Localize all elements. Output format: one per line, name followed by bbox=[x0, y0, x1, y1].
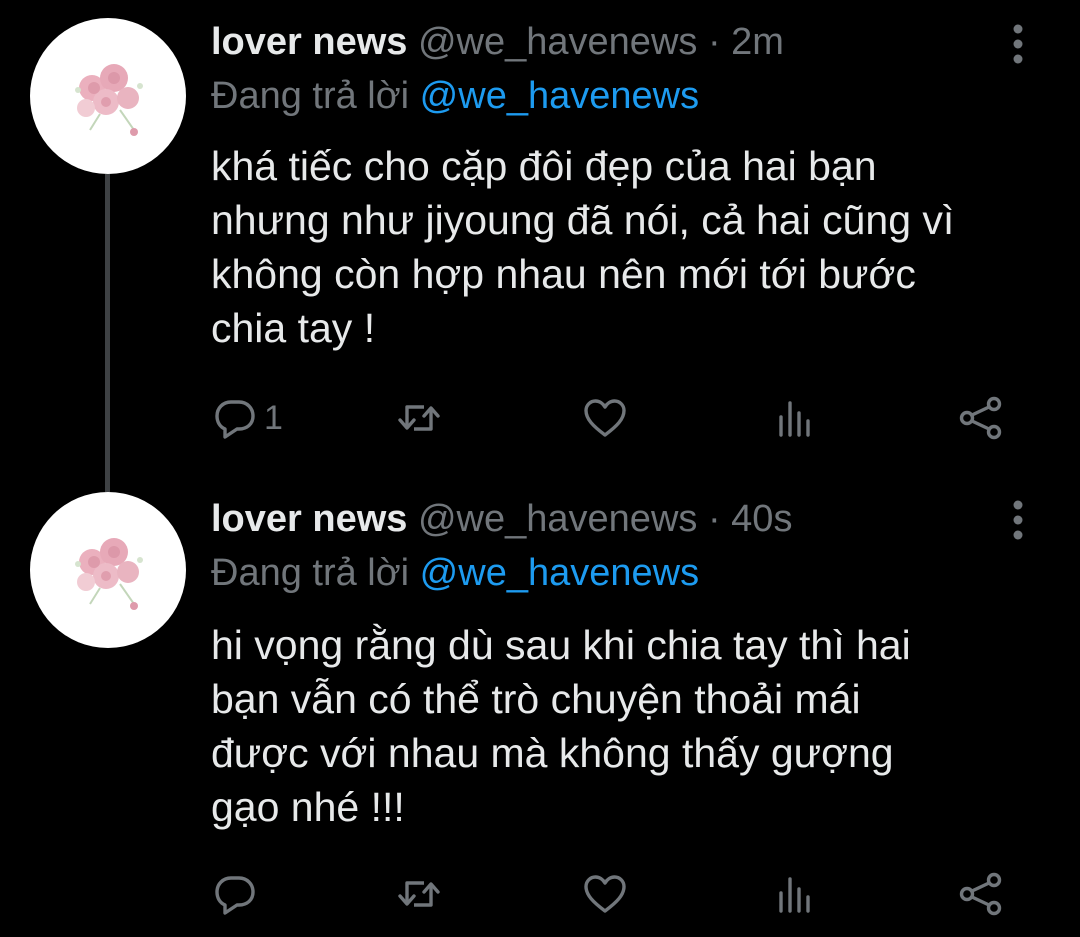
retweet-button[interactable] bbox=[396, 392, 442, 444]
heart-icon bbox=[584, 875, 626, 913]
tweet-actions: 1 bbox=[0, 392, 1080, 444]
tweet-text: hi vọng rằng dù sau khi chia tay thì hai… bbox=[211, 618, 1051, 834]
replying-to: Đang trả lời @we_havenews bbox=[211, 71, 699, 121]
tweet-text-line: nhưng như jiyoung đã nói, cả hai cũng vì bbox=[211, 197, 955, 243]
replying-to-label: Đang trả lời bbox=[211, 75, 410, 117]
separator-dot: · bbox=[707, 498, 721, 540]
display-name[interactable]: lover news bbox=[211, 498, 407, 540]
share-button[interactable] bbox=[958, 392, 1004, 444]
tweet-actions bbox=[0, 868, 1080, 920]
reply-icon bbox=[215, 400, 255, 439]
tweet-text-line: chia tay ! bbox=[211, 305, 376, 351]
replying-to-handle-link[interactable]: @we_havenews bbox=[420, 75, 699, 117]
tweet-text-line: bạn vẫn có thể trò chuyện thoải mái bbox=[211, 676, 861, 722]
tweet-header: lover news @we_havenews · 2m bbox=[211, 17, 784, 67]
more-options-button[interactable] bbox=[998, 498, 1038, 542]
tweet-text-line: được với nhau mà không thấy gượng bbox=[211, 730, 894, 776]
tweet-text-line: không còn hợp nhau nên mới tới bước bbox=[211, 251, 916, 297]
tweet-text-line: khá tiếc cho cặp đôi đẹp của hai bạn bbox=[211, 143, 877, 189]
like-button[interactable] bbox=[582, 868, 628, 920]
reply-count: 1 bbox=[264, 398, 283, 437]
tweet-text: khá tiếc cho cặp đôi đẹp của hai bạn như… bbox=[211, 139, 1051, 355]
like-button[interactable] bbox=[582, 392, 628, 444]
share-button[interactable] bbox=[958, 868, 1004, 920]
avatar[interactable] bbox=[30, 492, 186, 648]
more-options-button[interactable] bbox=[998, 22, 1038, 66]
reply-button[interactable]: 1 bbox=[212, 392, 283, 444]
user-handle[interactable]: @we_havenews bbox=[418, 498, 697, 540]
replying-to-handle-link[interactable]: @we_havenews bbox=[420, 552, 699, 594]
views-button[interactable] bbox=[772, 868, 818, 920]
replying-to: Đang trả lời @we_havenews bbox=[211, 548, 699, 598]
tweet-timestamp[interactable]: 2m bbox=[731, 21, 784, 63]
tweet-text-line: gạo nhé !!! bbox=[211, 784, 405, 830]
tweet[interactable]: lover news @we_havenews · 40s Đang trả l… bbox=[0, 478, 1080, 937]
share-icon bbox=[959, 872, 1002, 916]
display-name[interactable]: lover news bbox=[211, 21, 407, 63]
reply-button[interactable] bbox=[212, 868, 264, 920]
reply-icon bbox=[215, 876, 255, 915]
replying-to-label: Đang trả lời bbox=[211, 552, 410, 594]
thread-connector-line bbox=[105, 174, 110, 492]
more-icon bbox=[1013, 24, 1023, 64]
retweet-icon bbox=[398, 405, 440, 431]
tweet-timestamp[interactable]: 40s bbox=[731, 498, 792, 540]
views-button[interactable] bbox=[772, 392, 818, 444]
retweet-button[interactable] bbox=[396, 868, 442, 920]
views-icon bbox=[779, 877, 810, 913]
views-icon bbox=[779, 401, 810, 437]
separator-dot: · bbox=[707, 21, 721, 63]
heart-icon bbox=[584, 399, 626, 437]
tweet-header: lover news @we_havenews · 40s bbox=[211, 494, 792, 544]
tweet-text-line: hi vọng rằng dù sau khi chia tay thì hai bbox=[211, 622, 911, 668]
share-icon bbox=[959, 396, 1002, 440]
more-icon bbox=[1013, 500, 1023, 540]
user-handle[interactable]: @we_havenews bbox=[418, 21, 697, 63]
retweet-icon bbox=[398, 881, 440, 907]
avatar[interactable] bbox=[30, 18, 186, 174]
tweet[interactable]: lover news @we_havenews · 2m Đang trả lờ… bbox=[0, 0, 1080, 492]
